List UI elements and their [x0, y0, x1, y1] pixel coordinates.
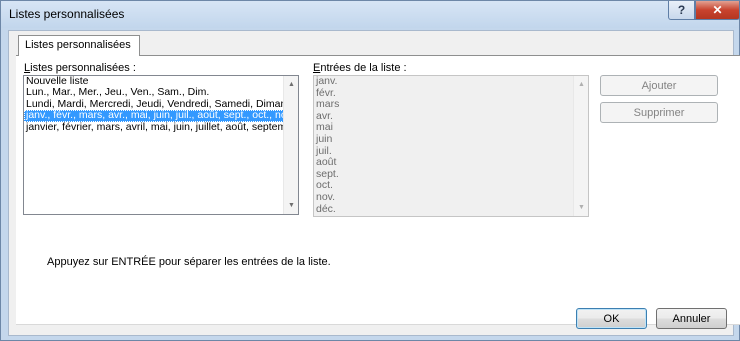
scroll-up-arrow-icon[interactable]: ▲: [574, 77, 589, 92]
custom-list-item[interactable]: janv., févr., mars, avr., mai, juin, jui…: [24, 110, 298, 122]
entries-label: Entrées de la liste :: [313, 62, 407, 74]
scroll-down-arrow-icon[interactable]: ▼: [284, 198, 299, 213]
entries-listbox[interactable]: janv. févr. mars avr. mai juin juil. août sept. o…: [313, 75, 589, 217]
custom-lists-listbox[interactable]: Nouvelle liste Lun., Mar., Mer., Jeu., Ve…: [23, 75, 299, 215]
entry-item: févr.: [316, 87, 336, 99]
tab-custom-lists[interactable]: Listes personnalisées: [18, 35, 140, 56]
cancel-button[interactable]: Annuler: [656, 308, 727, 329]
custom-lists-label: Listes personnalisées :: [24, 62, 136, 74]
entries-scrollbar[interactable]: ▲ ▼: [573, 76, 588, 216]
dialog-window: Listes personnalisées ? ✕ Listes personn…: [0, 0, 740, 341]
add-button[interactable]: Ajouter: [600, 75, 718, 96]
custom-list-item[interactable]: janvier, février, mars, avril, mai, juin…: [24, 122, 298, 133]
custom-lists-scrollbar[interactable]: ▲ ▼: [283, 76, 298, 214]
tab-panel: Listes personnalisées : Nouvelle liste Lu…: [16, 55, 740, 325]
dialog-body: Listes personnalisées Listes personnalis…: [8, 30, 740, 336]
entry-item: oct.: [316, 180, 333, 192]
entry-item: mars: [316, 99, 340, 111]
entry-item: janv.: [316, 76, 338, 87]
entry-item: juil.: [316, 145, 332, 157]
custom-list-item[interactable]: Lundi, Mardi, Mercredi, Jeudi, Vendredi,…: [24, 99, 298, 110]
entry-item: sept.: [316, 168, 339, 180]
entry-item: avr.: [316, 110, 333, 122]
custom-list-item[interactable]: Lun., Mar., Mer., Jeu., Ven., Sam., Dim.: [24, 87, 298, 98]
title-bar[interactable]: Listes personnalisées ? ✕: [1, 1, 740, 28]
ok-button[interactable]: OK: [576, 308, 647, 329]
scroll-down-arrow-icon[interactable]: ▼: [574, 200, 589, 215]
entry-item: nov.: [316, 191, 336, 203]
delete-button[interactable]: Supprimer: [600, 102, 718, 123]
entry-item: déc.: [316, 203, 336, 215]
window-title: Listes personnalisées: [9, 7, 125, 21]
entries-label-text: ntrées de la liste :: [320, 62, 407, 74]
close-button[interactable]: ✕: [695, 1, 740, 20]
entry-item: juin: [316, 133, 333, 145]
custom-lists-label-text: istes personnalisées :: [30, 62, 136, 74]
custom-list-item[interactable]: Nouvelle liste: [24, 76, 298, 87]
entry-item: mai: [316, 122, 333, 134]
scroll-up-arrow-icon[interactable]: ▲: [284, 77, 299, 92]
hint-text: Appuyez sur ENTRÉE pour séparer les entr…: [47, 256, 331, 268]
entry-item: août: [316, 157, 337, 169]
help-button[interactable]: ?: [668, 1, 695, 20]
